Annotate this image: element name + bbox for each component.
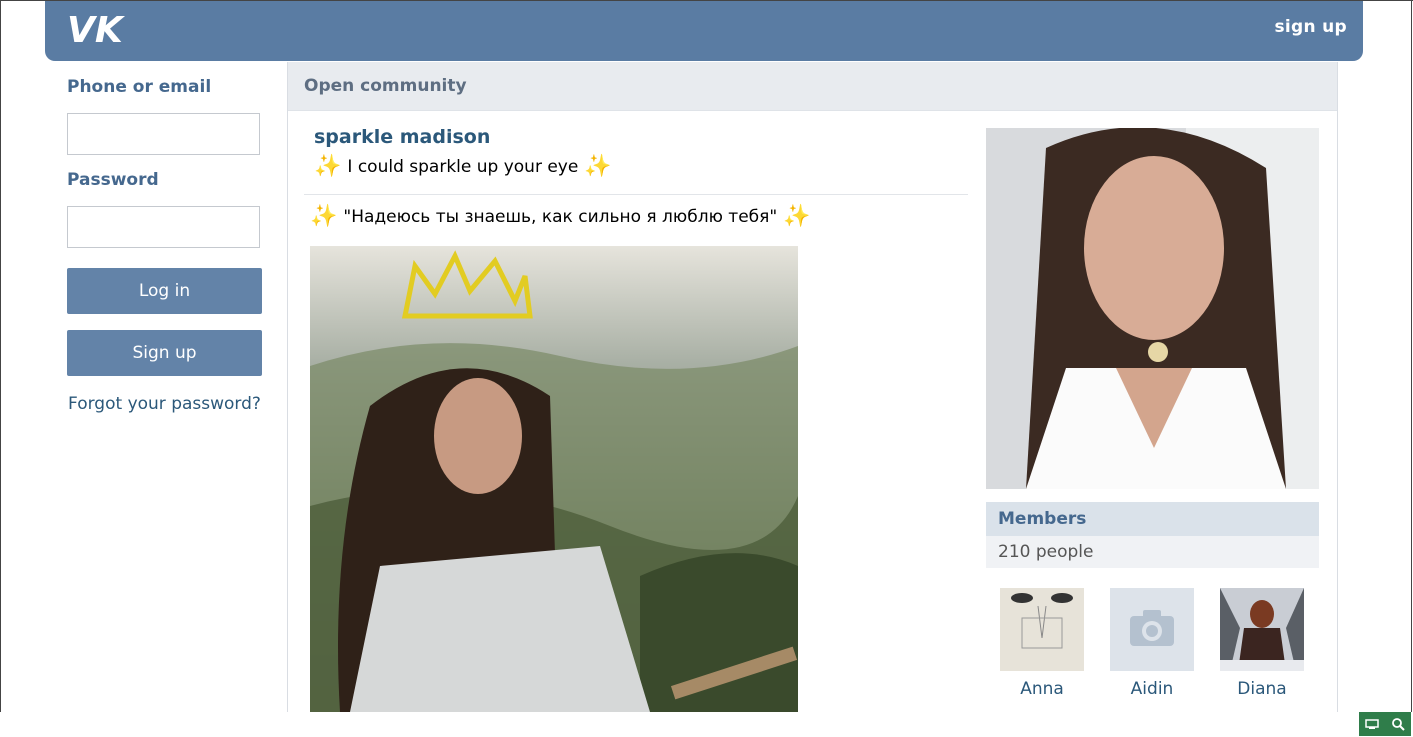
post-photo[interactable] xyxy=(310,246,798,712)
phone-label: Phone or email xyxy=(67,77,212,97)
community-name: sparkle madison xyxy=(314,126,491,148)
password-input[interactable] xyxy=(67,206,260,248)
svg-text:VK: VK xyxy=(67,12,126,46)
post-text: ✨ "Надеюсь ты знаешь, как сильно я люблю… xyxy=(310,206,811,228)
window-border-right xyxy=(1411,0,1412,712)
member-aidin[interactable]: Aidin xyxy=(1110,588,1194,699)
member-name[interactable]: Anna xyxy=(1000,679,1084,699)
camera-icon[interactable] xyxy=(1110,588,1194,671)
zoom-icon[interactable] xyxy=(1385,712,1411,736)
bottom-strip xyxy=(0,712,1413,737)
community-avatar[interactable] xyxy=(986,128,1319,489)
forgot-password-link[interactable]: Forgot your password? xyxy=(67,394,262,414)
members-header[interactable]: Members xyxy=(986,502,1319,536)
sparkle-icon: ✨ xyxy=(310,204,338,229)
divider xyxy=(304,194,968,195)
screen-icon[interactable] xyxy=(1359,712,1385,736)
member-name[interactable]: Aidin xyxy=(1110,679,1194,699)
member-name[interactable]: Diana xyxy=(1220,679,1304,699)
signup-button[interactable]: Sign up xyxy=(67,330,262,376)
member-avatar[interactable] xyxy=(1000,588,1084,671)
community-page: Open community sparkle madison ✨ I could… xyxy=(287,62,1338,712)
member-avatar[interactable] xyxy=(1220,588,1304,671)
status-text: I could sparkle up your eye xyxy=(347,157,579,177)
sparkle-icon: ✨ xyxy=(783,204,811,229)
password-label: Password xyxy=(67,170,159,190)
sparkle-icon: ✨ xyxy=(584,154,612,179)
community-type-header: Open community xyxy=(288,62,1337,111)
login-panel: Phone or email Password Log in Sign up F… xyxy=(67,74,263,414)
window-border-left xyxy=(0,0,1,712)
sparkle-icon: ✨ xyxy=(314,154,342,179)
system-tray xyxy=(1359,712,1411,736)
member-diana[interactable]: Diana xyxy=(1220,588,1304,699)
login-button[interactable]: Log in xyxy=(67,268,262,314)
phone-email-input[interactable] xyxy=(67,113,260,155)
member-anna[interactable]: Anna xyxy=(1000,588,1084,699)
header-signup-link[interactable]: sign up xyxy=(1274,17,1347,37)
vk-logo-icon[interactable]: VK xyxy=(67,12,127,46)
community-status: ✨ I could sparkle up your eye ✨ xyxy=(314,156,612,178)
members-count: 210 people xyxy=(986,536,1319,568)
top-header: VK sign up xyxy=(45,1,1363,61)
post-caption: "Надеюсь ты знаешь, как сильно я люблю т… xyxy=(343,207,778,227)
